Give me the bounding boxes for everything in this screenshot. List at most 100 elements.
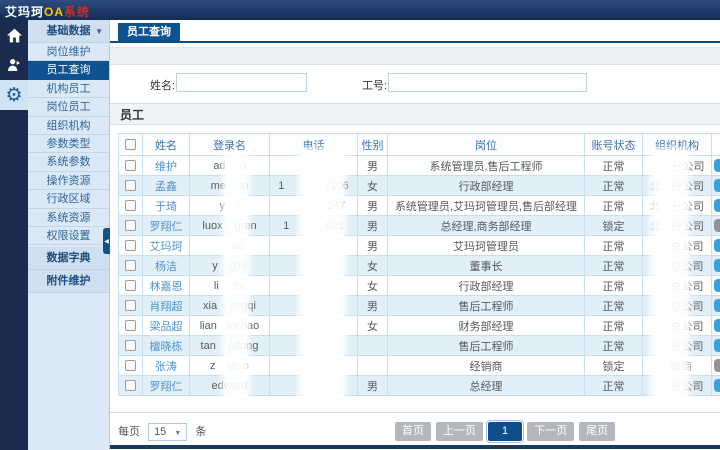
row-action-button[interactable]: [714, 339, 720, 352]
employee-name-link[interactable]: 罗翔仁: [150, 221, 183, 233]
login-visible-suffix: inchao: [226, 319, 260, 332]
sidebar-item[interactable]: 系统参数: [28, 153, 109, 172]
row-checkbox[interactable]: [125, 320, 136, 332]
row-select-cell: [118, 155, 143, 176]
table-row: 梁品超 lian inchao 女财务部经理 正常 总公司: [118, 315, 720, 336]
sidebar-item[interactable]: 权限设置: [28, 227, 109, 246]
row-checkbox[interactable]: [125, 260, 136, 272]
sidebar-item[interactable]: 参数类型: [28, 135, 109, 154]
row-action-button[interactable]: [714, 379, 720, 392]
row-action-button[interactable]: [714, 219, 720, 232]
org-visible-suffix: 总公司: [670, 240, 704, 253]
row-checkbox[interactable]: [125, 300, 136, 312]
home-icon[interactable]: [0, 20, 28, 50]
row-action-button[interactable]: [714, 279, 720, 292]
position-cell: 行政部经理: [387, 275, 585, 296]
censored-gap: [216, 348, 228, 349]
sidebar-item[interactable]: 岗位维护: [28, 43, 109, 62]
row-action-button[interactable]: [714, 299, 720, 312]
row-action-button[interactable]: [714, 319, 720, 332]
gender-cell: 男: [357, 155, 388, 176]
login-visible-prefix: z: [210, 359, 216, 372]
row-action-button[interactable]: [714, 179, 720, 192]
page-button[interactable]: 上一页: [436, 422, 483, 441]
page-button[interactable]: 1: [485, 420, 525, 443]
phone-cell: [269, 355, 358, 376]
row-checkbox[interactable]: [125, 200, 136, 212]
login-visible-suffix: gren: [234, 219, 257, 232]
row-checkbox[interactable]: [125, 280, 136, 292]
row-checkbox[interactable]: [125, 160, 136, 172]
employee-name-link[interactable]: 梁品超: [150, 321, 183, 333]
row-checkbox[interactable]: [125, 360, 136, 372]
employee-name-link[interactable]: 林嘉恩: [150, 281, 183, 293]
censored-gap: [219, 288, 233, 289]
sidebar-group-attachment[interactable]: 附件维护: [28, 270, 109, 294]
page-size-select[interactable]: 15 ▼: [148, 423, 188, 441]
organization-cell: 分公司: [642, 155, 712, 176]
employee-name-link[interactable]: 维护: [155, 161, 177, 173]
phone-visible-prefix: 1: [283, 219, 290, 232]
phone-cell: 1 821: [269, 215, 358, 236]
organization-cell: 分公司: [642, 335, 712, 356]
sidebar: 基础数据 ▼ 岗位维护 员工查询 机构员工 岗位员工 组织机构 参数类型 系统参数 操作资源行…: [28, 20, 110, 450]
name-input[interactable]: [176, 73, 307, 92]
row-action-button[interactable]: [714, 159, 720, 172]
collapse-arrow-icon: ◀: [104, 238, 109, 245]
table-row: 杨洁 y gjie 女董事长 正常 总公司: [118, 255, 720, 276]
sidebar-item[interactable]: 岗位员工: [28, 98, 109, 117]
censored-gap: [651, 289, 671, 290]
gender-cell: 男: [357, 235, 388, 256]
login-cell: yi: [189, 195, 270, 216]
row-checkbox[interactable]: [125, 220, 136, 232]
sidebar-collapse-handle[interactable]: ◀: [103, 228, 110, 254]
sidebar-group-basic-data[interactable]: 基础数据 ▼: [28, 20, 109, 43]
row-checkbox[interactable]: [125, 380, 136, 392]
page-button[interactable]: 首页: [395, 422, 431, 441]
employee-name-link[interactable]: 张涛: [155, 361, 177, 373]
position-cell: 系统管理员,艾玛珂管理员,售后部经理: [387, 195, 585, 216]
row-action-button[interactable]: [714, 239, 720, 252]
sidebar-item[interactable]: 员工查询: [28, 61, 109, 80]
row-action-button[interactable]: [714, 199, 720, 212]
actions-column-header: [711, 133, 720, 156]
settings-gear-icon[interactable]: ⚙: [0, 80, 28, 110]
employee-name-link[interactable]: 罗翔仁: [150, 381, 183, 393]
actions-cell: [711, 155, 720, 176]
sidebar-item[interactable]: 操作资源: [28, 172, 109, 191]
sidebar-group-data-dictionary[interactable]: 数据字典: [28, 247, 109, 271]
user-switch-icon[interactable]: [0, 50, 28, 80]
actions-cell: [711, 235, 720, 256]
column-header: 组织机构: [642, 133, 712, 156]
org-visible-suffix: 总公司: [670, 300, 704, 313]
sidebar-item[interactable]: 组织机构: [28, 117, 109, 135]
row-action-button[interactable]: [714, 359, 720, 372]
employee-name-link[interactable]: 杨洁: [155, 261, 177, 273]
employee-no-input[interactable]: [388, 73, 587, 92]
actions-cell: [711, 355, 720, 376]
sidebar-item[interactable]: 行政区域: [28, 190, 109, 209]
page-button[interactable]: 下一页: [527, 422, 575, 441]
row-checkbox[interactable]: [125, 180, 136, 192]
sidebar-item[interactable]: 系统资源: [28, 209, 109, 227]
employee-name-link[interactable]: 于琦: [155, 201, 177, 213]
sidebar-item[interactable]: 机构员工: [28, 80, 109, 99]
login-cell: ad n: [189, 155, 270, 176]
row-select-cell: [118, 335, 143, 356]
censored-gap: [218, 268, 230, 269]
employee-name-link[interactable]: 肖翔超: [150, 301, 183, 313]
tab-employee-query[interactable]: 员工查询: [118, 23, 180, 41]
employee-name-link[interactable]: 艾玛珂: [150, 241, 183, 253]
censored-gap: [281, 208, 327, 209]
employee-name-link[interactable]: 檀晓栋: [150, 341, 183, 353]
select-all-checkbox[interactable]: [125, 139, 136, 151]
status-cell: 锁定: [584, 355, 643, 376]
employee-name-link[interactable]: 孟鑫: [155, 181, 177, 193]
row-action-button[interactable]: [714, 259, 720, 272]
login-cell: me in: [189, 175, 270, 196]
page-button[interactable]: 尾页: [579, 422, 616, 441]
row-checkbox[interactable]: [125, 340, 136, 352]
row-checkbox[interactable]: [125, 240, 136, 252]
per-page-label: 每页: [118, 426, 140, 438]
position-cell: 行政部经理: [387, 175, 585, 196]
